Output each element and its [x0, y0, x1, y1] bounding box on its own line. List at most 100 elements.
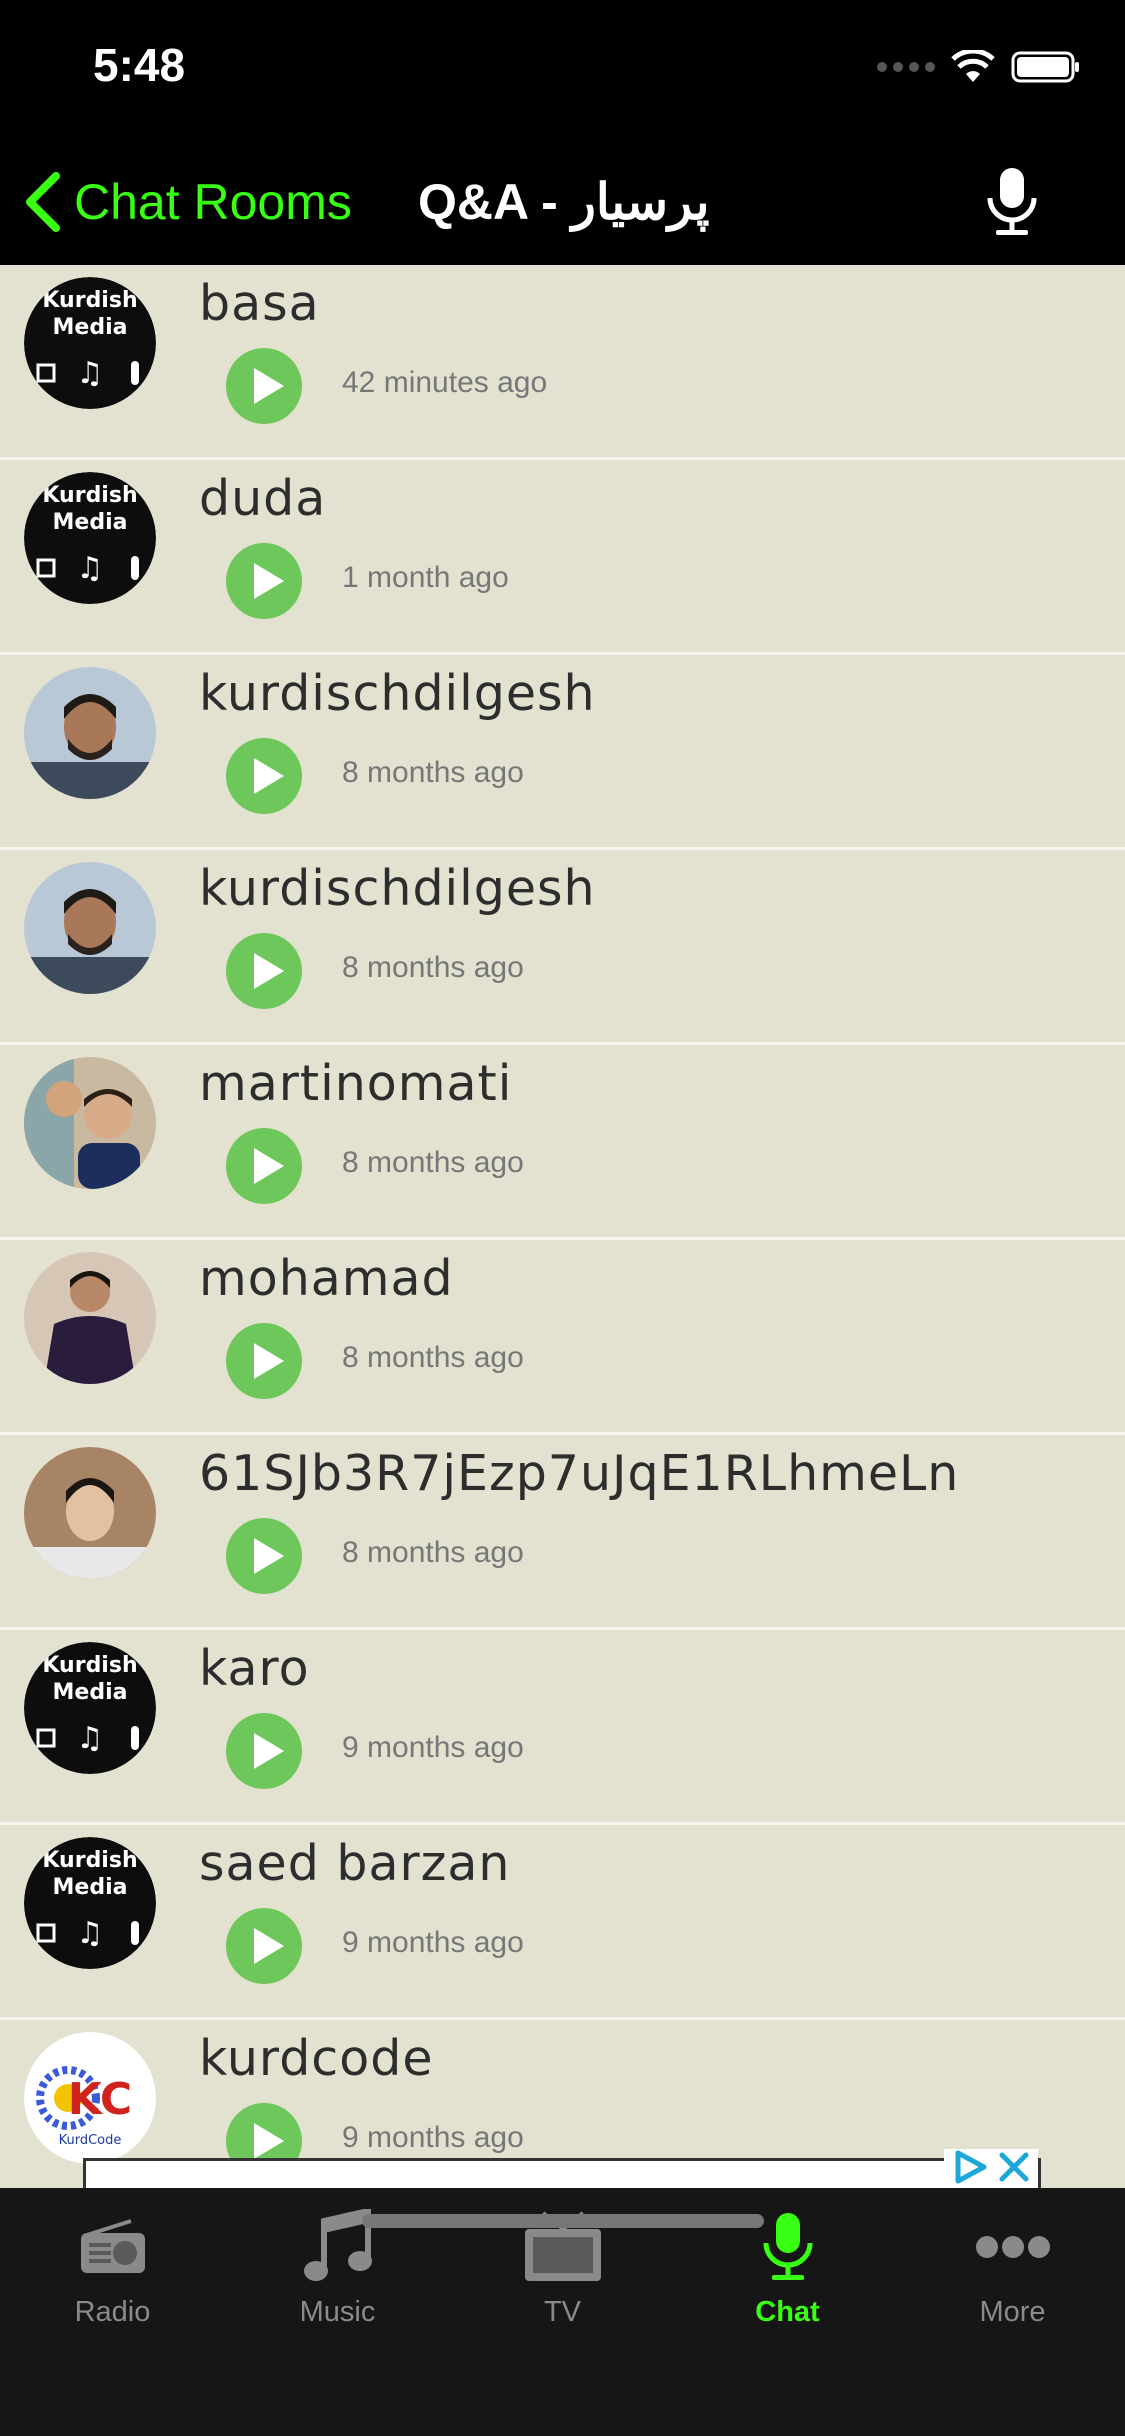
timestamp: 9 months ago: [342, 2121, 524, 2154]
navigation-bar: Chat Rooms Q&A - پرسیار: [0, 140, 1125, 265]
timestamp: 9 months ago: [342, 1731, 524, 1764]
svg-text:Media: Media: [53, 1875, 128, 1900]
tab-more[interactable]: More: [900, 2208, 1125, 2338]
svg-text:♫: ♫: [77, 1916, 104, 1951]
radio-icon: [80, 2219, 145, 2273]
record-button[interactable]: [984, 166, 1040, 242]
timestamp: 8 months ago: [342, 1536, 524, 1569]
back-label: Chat Rooms: [74, 174, 352, 230]
username: duda: [199, 470, 327, 527]
tab-label: Music: [299, 2296, 376, 2328]
play-button[interactable]: [226, 1323, 302, 1399]
status-icons: [877, 50, 1081, 84]
kurdish-media-logo: Kurdish Media ♫: [24, 277, 156, 409]
play-button[interactable]: [226, 348, 302, 424]
ad-controls: [944, 2149, 1038, 2185]
avatar: [24, 1252, 156, 1384]
kurdish-media-logo: Kurdish Media ♫: [24, 1642, 156, 1774]
avatar: Kurdish Media ♫: [24, 1642, 156, 1774]
list-item[interactable]: Kurdish Media ♫ saed barzan 9 months ago: [0, 1825, 1125, 2020]
svg-text:Kurdish: Kurdish: [42, 483, 137, 508]
back-button[interactable]: Chat Rooms: [22, 170, 352, 234]
play-button[interactable]: [226, 738, 302, 814]
username: kurdischdilgesh: [199, 665, 596, 722]
list-item[interactable]: mohamad 8 months ago: [0, 1240, 1125, 1435]
username: 61SJb3R7jEzp7uJqE1RLhmeLn: [199, 1445, 960, 1502]
close-icon[interactable]: [996, 2149, 1032, 2185]
voice-message-list[interactable]: Kurdish Media ♫ basa 42 minutes ago Kurd…: [0, 265, 1125, 2188]
list-item[interactable]: kurdischdilgesh 8 months ago: [0, 850, 1125, 1045]
avatar: Kurdish Media ♫: [24, 277, 156, 409]
battery-icon: [1011, 51, 1079, 83]
timestamp: 8 months ago: [342, 951, 524, 984]
microphone-icon: [987, 168, 1037, 235]
username: kurdischdilgesh: [199, 860, 596, 917]
svg-text:Media: Media: [53, 315, 128, 340]
tab-radio[interactable]: Radio: [0, 2208, 225, 2338]
avatar: [24, 862, 156, 994]
home-indicator[interactable]: [362, 2214, 764, 2228]
tab-label: Chat: [755, 2296, 820, 2328]
username: karo: [199, 1640, 310, 1697]
user-photo: [24, 1057, 156, 1189]
play-button[interactable]: [226, 543, 302, 619]
cellular-signal-icon: [877, 62, 935, 72]
list-item[interactable]: Kurdish Media ♫ basa 42 minutes ago: [0, 265, 1125, 460]
user-photo: [24, 667, 156, 799]
status-bar: 5:48: [0, 0, 1125, 140]
ad-banner[interactable]: [83, 2149, 1041, 2188]
timestamp: 9 months ago: [342, 1926, 524, 1959]
user-photo: [24, 1447, 156, 1579]
list-item[interactable]: kurdischdilgesh 8 months ago: [0, 655, 1125, 850]
kurdish-media-logo: Kurdish Media ♫: [24, 472, 156, 604]
svg-text:♫: ♫: [77, 356, 104, 391]
tab-label: TV: [543, 2296, 582, 2328]
username: basa: [199, 275, 320, 332]
username: martinomati: [199, 1055, 513, 1112]
list-item[interactable]: Kurdish Media ♫ karo 9 months ago: [0, 1630, 1125, 1825]
svg-text:KurdCode: KurdCode: [59, 2133, 122, 2148]
timestamp: 42 minutes ago: [342, 366, 548, 399]
kurdish-media-logo: Kurdish Media ♫: [24, 1837, 156, 1969]
username: mohamad: [199, 1250, 454, 1307]
list-item[interactable]: martinomati 8 months ago: [0, 1045, 1125, 1240]
page-title: Q&A - پرسیار: [418, 174, 710, 230]
play-button[interactable]: [226, 1128, 302, 1204]
user-photo: [24, 862, 156, 994]
svg-text:♫: ♫: [77, 551, 104, 586]
svg-text:Kurdish: Kurdish: [42, 288, 137, 313]
svg-text:Media: Media: [53, 1680, 128, 1705]
svg-text:KC: KC: [68, 2074, 132, 2125]
svg-text:Kurdish: Kurdish: [42, 1848, 137, 1873]
status-time: 5:48: [93, 39, 186, 91]
avatar: [24, 1447, 156, 1579]
list-item[interactable]: Kurdish Media ♫ duda 1 month ago: [0, 460, 1125, 655]
avatar: KC KurdCode: [24, 2032, 156, 2164]
timestamp: 8 months ago: [342, 1146, 524, 1179]
chevron-left-icon: [26, 172, 60, 232]
play-button[interactable]: [226, 1713, 302, 1789]
svg-text:♫: ♫: [77, 1721, 104, 1756]
user-photo: [24, 1252, 156, 1384]
timestamp: 8 months ago: [342, 756, 524, 789]
play-button[interactable]: [226, 933, 302, 1009]
microphone-icon: [763, 2213, 812, 2280]
tab-label: More: [979, 2296, 1046, 2328]
more-dots-icon: [975, 2236, 1050, 2258]
svg-text:Kurdish: Kurdish: [42, 1653, 137, 1678]
wifi-icon: [951, 50, 995, 82]
ad-choices-icon[interactable]: [950, 2149, 990, 2185]
avatar: [24, 1057, 156, 1189]
tab-label: Radio: [74, 2296, 151, 2328]
play-button[interactable]: [226, 1518, 302, 1594]
timestamp: 1 month ago: [342, 561, 509, 594]
svg-text:Media: Media: [53, 510, 128, 535]
avatar: Kurdish Media ♫: [24, 1837, 156, 1969]
avatar: [24, 667, 156, 799]
username: kurdcode: [199, 2030, 434, 2087]
kurdcode-logo: KC KurdCode: [24, 2032, 156, 2164]
timestamp: 8 months ago: [342, 1341, 524, 1374]
play-button[interactable]: [226, 1908, 302, 1984]
username: saed barzan: [199, 1835, 511, 1892]
list-item[interactable]: 61SJb3R7jEzp7uJqE1RLhmeLn 8 months ago: [0, 1435, 1125, 1630]
